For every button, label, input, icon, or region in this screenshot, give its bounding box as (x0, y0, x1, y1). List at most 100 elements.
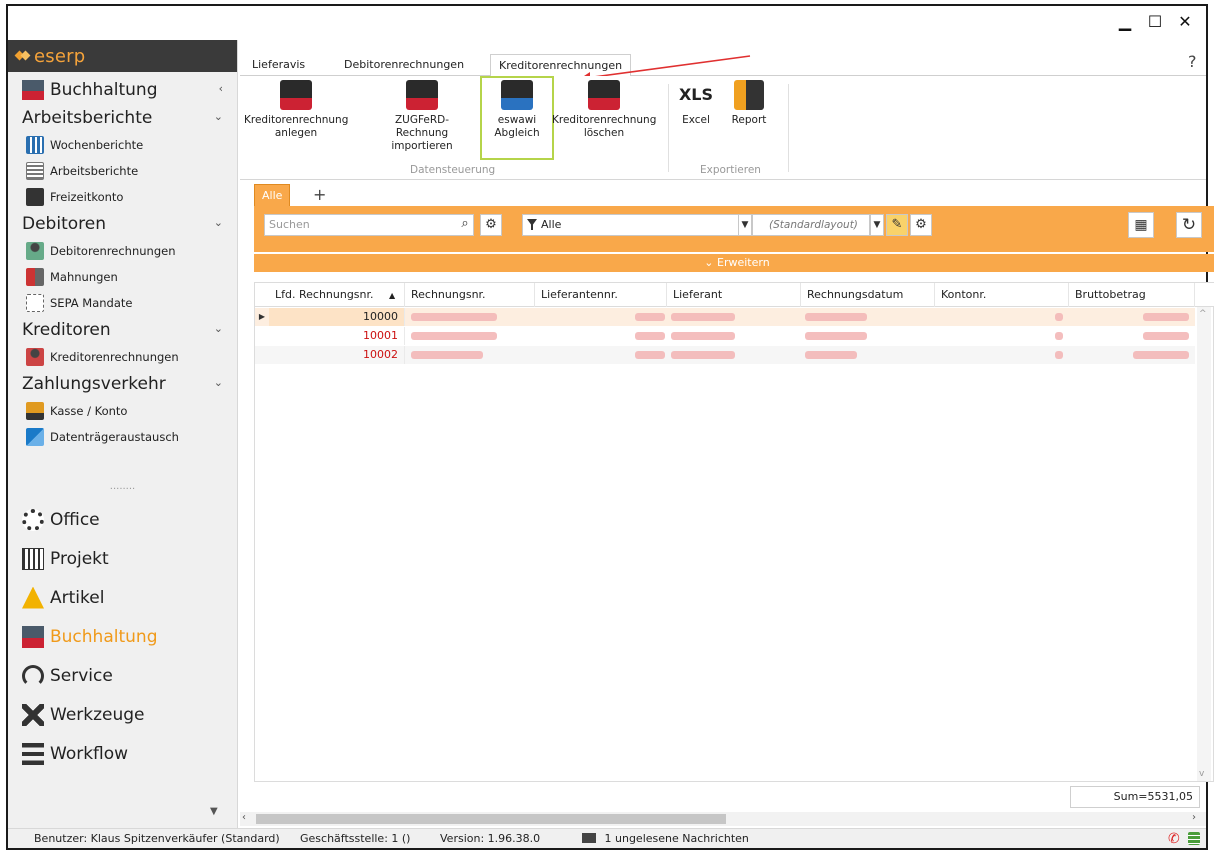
eswawi-abgleich-button[interactable]: eswawi Abgleich (480, 76, 554, 160)
expand-filter-bar[interactable]: ⌄ Erweitern (254, 254, 1214, 272)
nav-section-arbeitsberichte[interactable]: Arbeitsberichte ⌄ (8, 104, 237, 132)
module-werkzeuge[interactable]: Werkzeuge (8, 695, 237, 734)
add-view-tab-button[interactable]: + (306, 184, 333, 206)
grid-vertical-scrollbar[interactable]: ^ v (1197, 307, 1211, 781)
ledger-icon (22, 625, 44, 648)
filter-dropdown-chevron-icon[interactable]: ▼ (738, 214, 752, 236)
calendar-icon (26, 136, 44, 154)
sidebar-item-debitorenrechnungen[interactable]: Debitorenrechnungen (8, 238, 237, 264)
excel-export-button[interactable]: XLS Excel (676, 80, 716, 127)
search-input[interactable]: Suchen (264, 214, 474, 236)
invoice-add-icon (280, 80, 312, 110)
column-header-rechnungsnr[interactable]: Rechnungsnr. (405, 283, 535, 307)
filter-select[interactable]: Alle (522, 214, 742, 236)
column-header-kontonr[interactable]: Kontonr. (935, 283, 1069, 307)
redacted-cell (1143, 313, 1189, 321)
layout-dropdown-chevron-icon[interactable]: ▼ (870, 214, 884, 236)
status-messages[interactable]: 1 ungelesene Nachrichten (582, 832, 749, 845)
group-label-exportieren: Exportieren (700, 164, 761, 176)
table-row[interactable]: ▶ 10000 (255, 308, 1195, 326)
maximize-button[interactable]: ☐ (1140, 10, 1170, 34)
dunning-icon (26, 268, 44, 286)
sidebar-item-label: Freizeitkonto (50, 190, 124, 204)
tab-lieferavis[interactable]: Lieferavis (244, 54, 313, 76)
module-buchhaltung[interactable]: Buchhaltung (8, 617, 237, 656)
filter-funnel-icon (527, 219, 537, 230)
scroll-thumb[interactable] (256, 814, 726, 824)
search-icon[interactable]: ⌕ (454, 214, 476, 236)
module-workflow[interactable]: Workflow (8, 734, 237, 773)
layout-settings-gear-icon[interactable]: ⚙ (910, 214, 932, 236)
column-header-label: Lfd. Rechnungsnr. (275, 288, 374, 301)
sidebar-item-wochenberichte[interactable]: Wochenberichte (8, 132, 237, 158)
sidebar-item-mahnungen[interactable]: Mahnungen (8, 264, 237, 290)
sidebar-item-label: Arbeitsberichte (50, 164, 139, 178)
module-artikel[interactable]: Artikel (8, 578, 237, 617)
module-label: Projekt (50, 548, 109, 569)
column-header-lieferant[interactable]: Lieferant (667, 283, 801, 307)
invoice-import-icon (406, 80, 438, 110)
redacted-cell (1143, 332, 1189, 340)
report-button[interactable]: Report (726, 80, 772, 127)
sidebar-item-datentraegeraustausch[interactable]: Datenträgeraustausch (8, 424, 237, 450)
sidebar-item-kasse-konto[interactable]: Kasse / Konto (8, 398, 237, 424)
sidebar-item-sepa-mandate[interactable]: SEPA Mandate (8, 290, 237, 316)
phone-icon[interactable]: ✆ (1168, 831, 1180, 847)
sidebar-item-kreditorenrechnungen[interactable]: Kreditorenrechnungen (8, 344, 237, 370)
filter-value: Alle (541, 218, 562, 231)
module-service[interactable]: Service (8, 656, 237, 695)
envelope-icon (582, 833, 596, 843)
sidebar-splitter[interactable]: ........ (8, 474, 237, 500)
refresh-icon[interactable]: ↻ (1176, 212, 1202, 238)
search-settings-gear-icon[interactable]: ⚙ (480, 214, 502, 236)
eserp-logo-icon (16, 49, 30, 63)
table-row[interactable]: 10001 (255, 327, 1195, 345)
tab-kreditorenrechnungen[interactable]: Kreditorenrechnungen (490, 54, 632, 77)
filter-toolbar: Suchen ⌕ ⚙ Alle ▼ (Standardlayout) ▼ ✎ ⚙… (254, 206, 1214, 252)
column-header-lfd[interactable]: Lfd. Rechnungsnr. ▲ (269, 283, 405, 307)
scroll-up-icon[interactable]: ^ (1199, 309, 1207, 319)
kreditorenrechnung-loeschen-button[interactable]: Kreditorenrechnung löschen (552, 80, 656, 140)
layout-select[interactable]: (Standardlayout) (752, 214, 870, 236)
nav-section-debitoren[interactable]: Debitoren ⌄ (8, 210, 237, 238)
zugferd-importieren-button[interactable]: ZUGFeRD-Rechnung importieren (370, 80, 474, 153)
redacted-cell (671, 332, 735, 340)
table-row[interactable]: 10002 (255, 346, 1195, 364)
invoice-grid: Lfd. Rechnungsnr. ▲ Rechnungsnr. Liefera… (254, 282, 1214, 782)
grid-horizontal-scrollbar[interactable]: ‹ › (240, 812, 1206, 826)
nav-section-label: Zahlungsverkehr (22, 374, 166, 394)
report-sheet-icon (26, 162, 44, 180)
close-button[interactable]: ✕ (1170, 10, 1200, 34)
kreditorenrechnung-anlegen-button[interactable]: Kreditorenrechnung anlegen (244, 80, 348, 140)
module-office[interactable]: Office (8, 500, 237, 539)
cell-lfd: 10000 (269, 308, 405, 326)
column-header-lieferantennr[interactable]: Lieferantennr. (535, 283, 667, 307)
minimize-button[interactable]: ▁ (1110, 10, 1140, 34)
xls-icon: XLS (678, 85, 714, 104)
database-icon[interactable] (1188, 832, 1200, 845)
button-label-line2: anlegen (274, 127, 318, 139)
sidebar-item-arbeitsberichte[interactable]: Arbeitsberichte (8, 158, 237, 184)
nav-section-kreditoren[interactable]: Kreditoren ⌄ (8, 316, 237, 344)
sidebar-scroll-down-icon[interactable]: ▼ (210, 806, 218, 817)
tab-debitorenrechnungen[interactable]: Debitorenrechnungen (336, 54, 472, 76)
layout-pin-icon[interactable]: ✎ (886, 214, 908, 236)
tab-alle[interactable]: Alle (254, 184, 291, 206)
scroll-down-icon[interactable]: v (1199, 769, 1204, 779)
column-header-bruttobetrag[interactable]: Bruttobetrag (1069, 283, 1195, 307)
button-label-line1: Kreditorenrechnung (244, 114, 349, 126)
nav-section-zahlungsverkehr[interactable]: Zahlungsverkehr ⌄ (8, 370, 237, 398)
sidebar-item-freizeitkonto[interactable]: Freizeitkonto (8, 184, 237, 210)
scroll-left-icon[interactable]: ‹ (242, 812, 246, 823)
debtor-invoice-icon (26, 242, 44, 260)
module-projekt[interactable]: Projekt (8, 539, 237, 578)
ribbon-tab-bar: Lieferavis Debitorenrechnungen Kreditore… (240, 54, 1206, 77)
redacted-cell (1055, 313, 1063, 321)
nav-section-buchhaltung[interactable]: Buchhaltung ‹ (8, 76, 237, 104)
column-header-rechnungsdatum[interactable]: Rechnungsdatum (801, 283, 935, 307)
column-chooser-icon[interactable]: ▦ (1128, 212, 1154, 238)
module-label: Artikel (50, 587, 105, 608)
data-exchange-icon (26, 428, 44, 446)
scroll-right-icon[interactable]: › (1192, 812, 1196, 823)
button-label: Report (731, 114, 767, 126)
